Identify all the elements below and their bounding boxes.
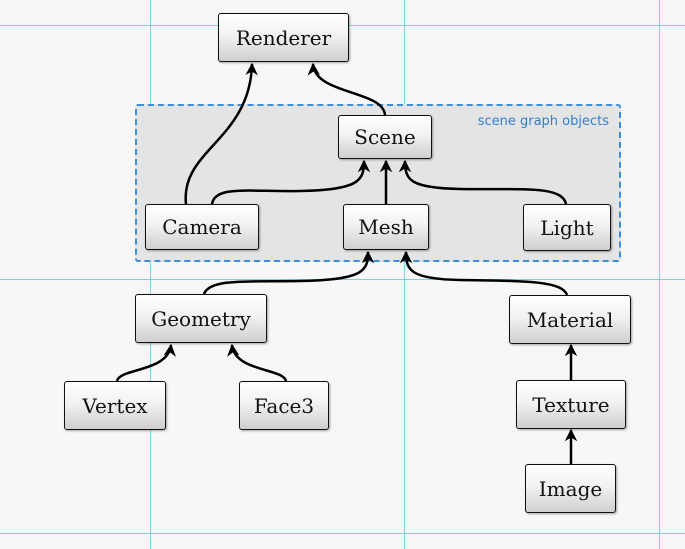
node-scene[interactable]: Scene [338,115,432,159]
node-mesh[interactable]: Mesh [343,204,429,250]
node-material[interactable]: Material [509,295,631,344]
node-light[interactable]: Light [523,204,611,251]
node-face3[interactable]: Face3 [239,381,329,430]
node-geometry[interactable]: Geometry [135,294,267,343]
group-label: scene graph objects [477,114,609,129]
node-image[interactable]: Image [525,464,616,513]
node-camera[interactable]: Camera [145,204,259,250]
node-texture[interactable]: Texture [516,380,626,429]
node-vertex[interactable]: Vertex [64,381,166,430]
node-renderer[interactable]: Renderer [218,13,349,62]
